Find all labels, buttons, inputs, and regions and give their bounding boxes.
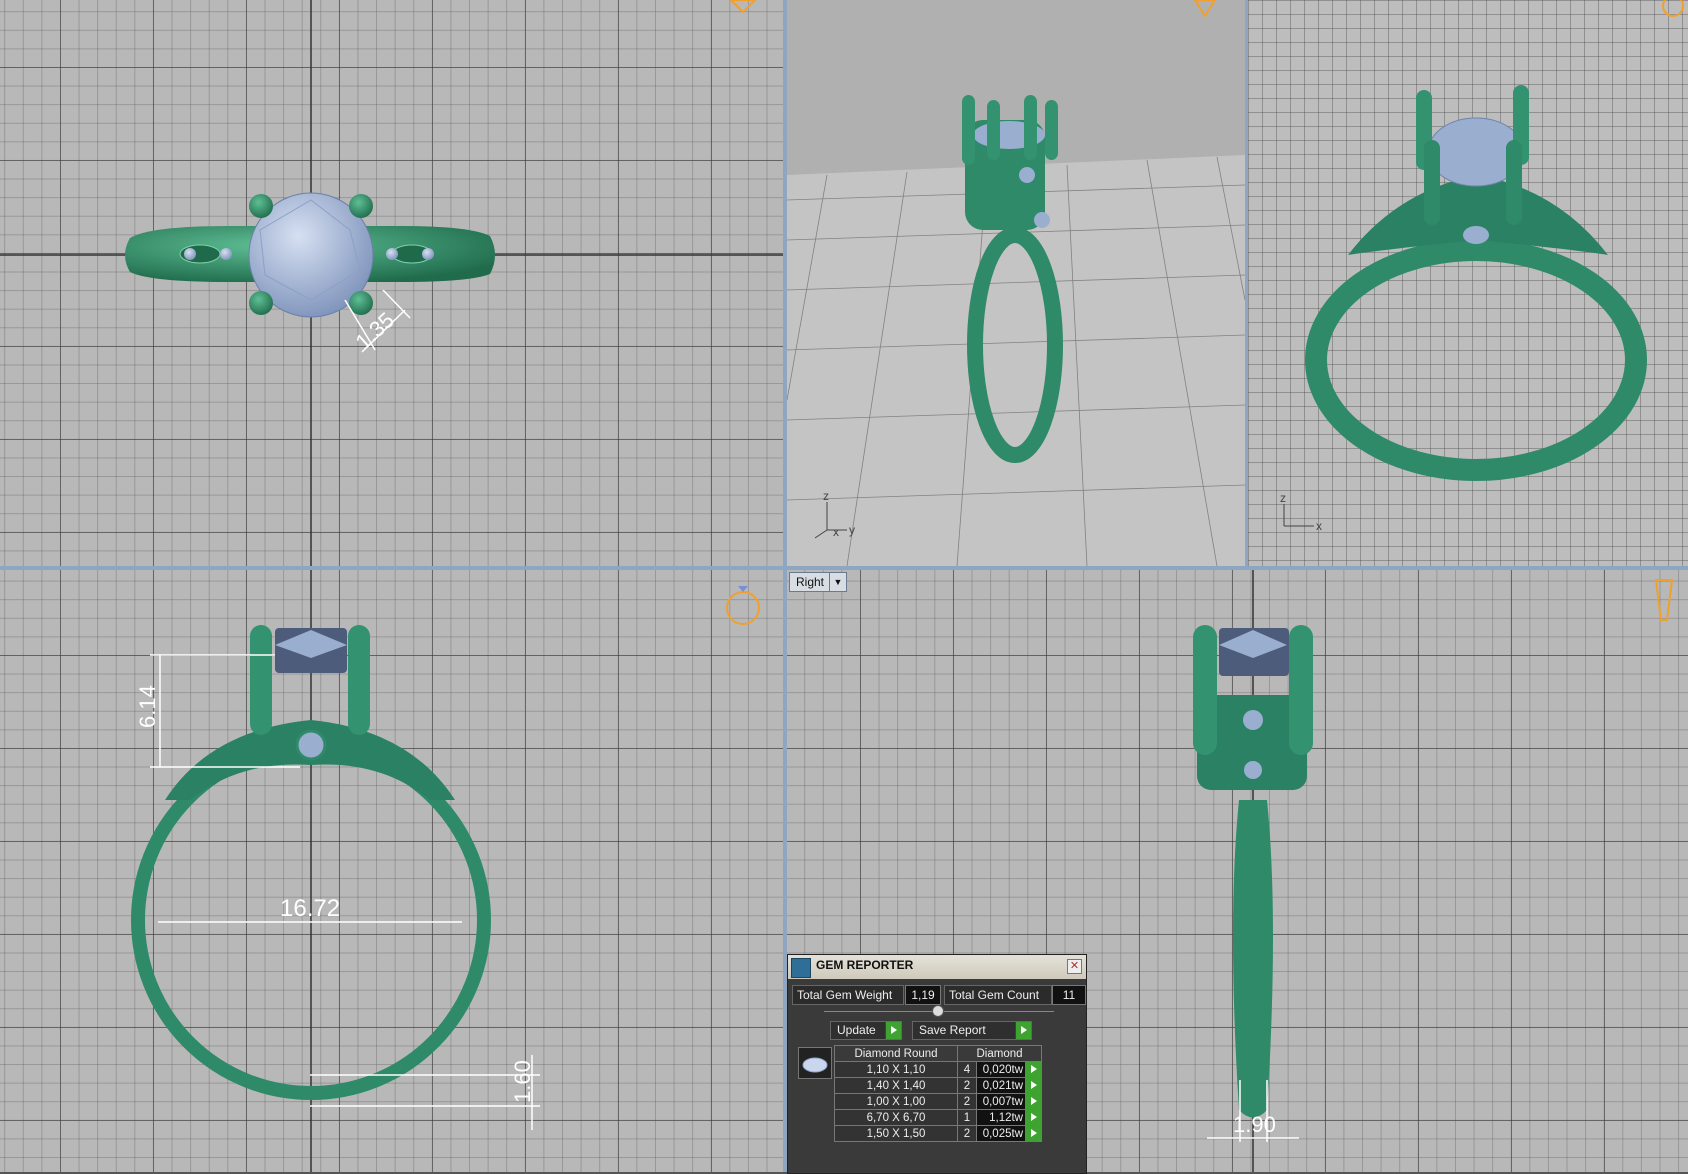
play-icon bbox=[885, 1022, 901, 1039]
gem-reporter-title: GEM REPORTER bbox=[816, 958, 914, 972]
gem-icon bbox=[798, 1047, 832, 1079]
gem-weight: 0,020tw bbox=[976, 1061, 1026, 1078]
dim-shank-width: 1.90 bbox=[1233, 1112, 1276, 1137]
gem-count: 4 bbox=[957, 1061, 977, 1078]
viewport-top[interactable]: 1.35 bbox=[0, 0, 783, 566]
gem-size: 1,00 X 1,00 bbox=[834, 1093, 958, 1110]
gem-count: 2 bbox=[957, 1125, 977, 1142]
update-button[interactable]: Update bbox=[830, 1021, 902, 1040]
table-header-type: Diamond bbox=[957, 1045, 1042, 1062]
top-view-canvas: 1.35 bbox=[0, 0, 783, 566]
dim-setting-height: 6.14 bbox=[135, 685, 160, 728]
row-select-button[interactable] bbox=[1025, 1093, 1042, 1110]
total-weight-label: Total Gem Weight bbox=[792, 985, 904, 1005]
viewport-iso[interactable]: z x bbox=[1248, 0, 1688, 566]
table-row[interactable]: 1,40 X 1,40 2 0,021tw bbox=[834, 1077, 1042, 1094]
gem-size: 1,10 X 1,10 bbox=[834, 1061, 958, 1078]
iso-axis-z-label: z bbox=[1280, 491, 1286, 505]
row-select-button[interactable] bbox=[1025, 1109, 1042, 1126]
view-cube-front bbox=[726, 586, 760, 625]
update-label: Update bbox=[837, 1023, 876, 1037]
gem-reporter-panel[interactable]: GEM REPORTER ✕ Total Gem Weight 1,19 Tot… bbox=[787, 954, 1087, 1174]
axis-y-label: y bbox=[849, 523, 855, 537]
table-header-shape: Diamond Round bbox=[834, 1045, 958, 1062]
perspective-canvas: z y x bbox=[787, 0, 1245, 566]
gem-count: 2 bbox=[957, 1077, 977, 1094]
gem-size: 1,40 X 1,40 bbox=[834, 1077, 958, 1094]
dim-shank-thickness: 1.60 bbox=[510, 1060, 535, 1103]
gem-reporter-titlebar[interactable]: GEM REPORTER ✕ bbox=[788, 955, 1086, 979]
view-cube-right bbox=[1654, 579, 1674, 621]
save-report-label: Save Report bbox=[919, 1023, 986, 1037]
viewport-perspective[interactable]: z y x bbox=[787, 0, 1245, 566]
gem-weight: 0,025tw bbox=[976, 1125, 1026, 1142]
table-row[interactable]: 6,70 X 6,70 1 1,12tw bbox=[834, 1109, 1042, 1126]
ring-top-shape bbox=[125, 192, 495, 318]
front-view-canvas: 6.14 16.72 1.60 bbox=[131, 570, 760, 1172]
row-select-button[interactable] bbox=[1025, 1077, 1042, 1094]
gem-weight: 0,007tw bbox=[976, 1093, 1026, 1110]
play-icon bbox=[1015, 1022, 1031, 1039]
view-cube-iso bbox=[1662, 0, 1684, 17]
iso-axis-triad bbox=[1283, 504, 1314, 527]
view-cube-persp bbox=[1193, 0, 1217, 18]
dim-inner-diameter: 16.72 bbox=[280, 895, 340, 922]
view-cube-top bbox=[729, 0, 757, 14]
iso-canvas: z x bbox=[1280, 0, 1684, 533]
slider-knob[interactable] bbox=[932, 1005, 944, 1017]
total-count-label: Total Gem Count bbox=[944, 985, 1052, 1005]
total-weight-value: 1,19 bbox=[905, 985, 941, 1005]
viewport-front[interactable]: 6.14 16.72 1.60 bbox=[0, 570, 783, 1172]
gem-table: Diamond Round Diamond 1,10 X 1,10 4 0,020t… bbox=[834, 1045, 1042, 1142]
viewport-separator-vertical-2[interactable] bbox=[1245, 0, 1248, 566]
row-select-button[interactable] bbox=[1025, 1125, 1042, 1142]
gem-size: 1,50 X 1,50 bbox=[834, 1125, 958, 1142]
ring-right-shape bbox=[1193, 625, 1313, 1118]
gem-reporter-icon bbox=[791, 958, 811, 978]
row-select-button[interactable] bbox=[1025, 1061, 1042, 1078]
axis-z-label: z bbox=[823, 489, 829, 503]
total-count-value: 11 bbox=[1052, 985, 1086, 1005]
gem-count: 1 bbox=[957, 1109, 977, 1126]
save-report-button[interactable]: Save Report bbox=[912, 1021, 1032, 1040]
gem-weight: 0,021tw bbox=[976, 1077, 1026, 1094]
ring-iso-shape bbox=[1305, 85, 1647, 481]
close-icon[interactable]: ✕ bbox=[1067, 959, 1082, 974]
gem-count: 2 bbox=[957, 1093, 977, 1110]
gem-weight: 1,12tw bbox=[976, 1109, 1026, 1126]
gem-size: 6,70 X 6,70 bbox=[834, 1109, 958, 1126]
table-row[interactable]: 1,10 X 1,10 4 0,020tw bbox=[834, 1061, 1042, 1078]
table-row[interactable]: 1,00 X 1,00 2 0,007tw bbox=[834, 1093, 1042, 1110]
viewport-separator-horizontal[interactable] bbox=[0, 566, 1688, 570]
table-row[interactable]: 1,50 X 1,50 2 0,025tw bbox=[834, 1125, 1042, 1142]
iso-axis-x-label: x bbox=[1316, 519, 1322, 533]
axis-x-label: x bbox=[833, 525, 839, 539]
